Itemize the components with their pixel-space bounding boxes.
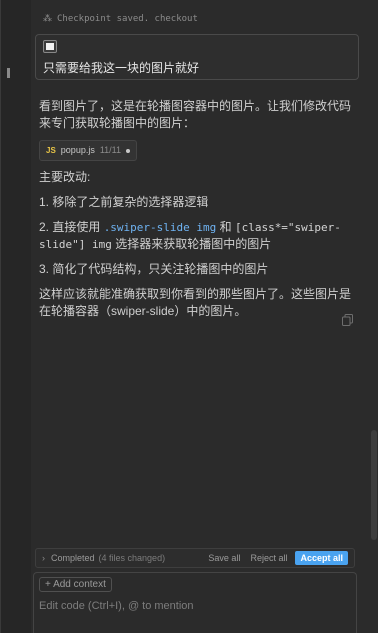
change-item-2: 2. 直接使用 .swiper-slide img 和 [class*="swi… — [39, 219, 359, 253]
image-attachment-icon[interactable] — [43, 40, 57, 53]
add-context-button[interactable]: + Add context — [39, 577, 112, 592]
assistant-intro: 看到图片了，这是在轮播图容器中的图片。让我们修改代码来专门获取轮播图中的图片： — [39, 99, 352, 130]
save-all-button[interactable]: Save all — [208, 553, 240, 563]
assistant-message: 看到图片了，这是在轮播图容器中的图片。让我们修改代码来专门获取轮播图中的图片： … — [39, 98, 359, 328]
composer-input-box[interactable]: + Add context Edit code (Ctrl+I), @ to m… — [33, 572, 357, 633]
expand-chevron-icon[interactable]: › — [42, 553, 45, 563]
scrollbar[interactable] — [368, 0, 378, 633]
change-item-3: 3. 简化了代码结构，只关注轮播图中的图片 — [39, 262, 269, 276]
composer-panel: ⁂ Checkpoint saved. checkout 只需要给我这一块的图片… — [0, 0, 378, 633]
checkpoint-status[interactable]: ⁂ Checkpoint saved. checkout — [43, 14, 198, 24]
checkpoint-icon: ⁂ — [43, 14, 52, 24]
checkpoint-text: Checkpoint saved. checkout — [57, 14, 198, 24]
file-chip-popup-js[interactable]: JS popup.js 11/11 — [39, 140, 138, 161]
change-2-mid: 和 — [216, 220, 235, 234]
file-chip-name: popup.js — [60, 145, 95, 155]
files-changed-count: (4 files changed) — [98, 553, 166, 563]
inline-code-swiper-slide: .swiper-slide img — [103, 221, 217, 234]
change-2-suffix: 选择器来获取轮播图中的图片 — [111, 237, 272, 251]
change-item-1: 1. 移除了之前复杂的选择器逻辑 — [39, 195, 209, 209]
reject-all-button[interactable]: Reject all — [250, 553, 287, 563]
add-context-label: + Add context — [45, 579, 106, 590]
assistant-conclusion: 这样应该就能准确获取到你看到的那些图片了。这些图片是在轮播容器（swiper-s… — [39, 287, 352, 318]
composer-input[interactable]: Edit code (Ctrl+I), @ to mention — [39, 600, 194, 612]
scrollbar-thumb[interactable] — [371, 430, 377, 540]
copy-icon[interactable] — [342, 313, 353, 326]
changes-heading: 主要改动: — [39, 170, 91, 184]
changes-status-bar: › Completed (4 files changed) Save all R… — [35, 548, 355, 568]
file-chip-lines: 11/11 — [99, 145, 122, 155]
message-marker — [7, 68, 10, 78]
change-2-prefix: 2. 直接使用 — [39, 220, 104, 234]
unsaved-dot-icon — [126, 148, 131, 153]
user-message-text: 只需要给我这一块的图片就好 — [43, 61, 200, 75]
accept-all-button[interactable]: Accept all — [295, 551, 348, 565]
left-rail — [1, 0, 31, 633]
js-file-icon: JS — [46, 146, 56, 155]
completed-label: Completed — [51, 553, 95, 563]
user-message[interactable]: 只需要给我这一块的图片就好 — [35, 34, 359, 80]
